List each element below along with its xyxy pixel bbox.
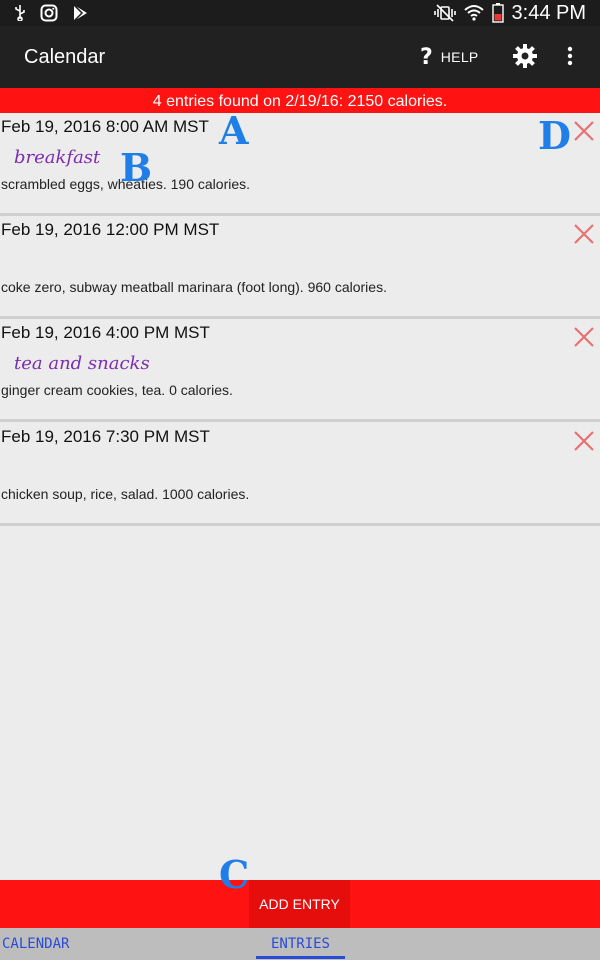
tab-entries[interactable]: ENTRIES [256, 936, 345, 952]
status-bar: 3:44 PM [0, 0, 600, 26]
entry-title: tea and snacks [14, 353, 150, 374]
delete-entry-icon[interactable] [572, 429, 596, 453]
entries-summary-banner: 4 entries found on 2/19/16: 2150 calorie… [0, 88, 600, 113]
overflow-menu-icon[interactable] [560, 42, 580, 70]
wifi-icon [463, 5, 484, 21]
entry-title: breakfast [14, 147, 101, 168]
add-entry-button[interactable]: ADD ENTRY [249, 880, 350, 928]
app-title: Calendar [24, 46, 106, 68]
bottom-action-bar: ADD ENTRY [0, 880, 600, 928]
annotation-marker-d: D [538, 113, 571, 158]
delete-entry-icon[interactable] [572, 325, 596, 349]
entry-date: Feb 19, 2016 7:30 PM MST [1, 427, 210, 446]
play-store-icon [73, 4, 87, 22]
help-label: HELP [440, 49, 479, 65]
vibrate-mute-icon [433, 4, 456, 22]
entry-description: chicken soup, rice, salad. 1000 calories… [1, 486, 250, 502]
entry-date: Feb 19, 2016 4:00 PM MST [1, 323, 210, 342]
usb-icon [15, 5, 25, 21]
settings-gear-icon[interactable] [511, 42, 539, 70]
entry-card[interactable]: Feb 19, 2016 4:00 PM MST tea and snacks … [0, 319, 600, 422]
delete-entry-icon[interactable] [572, 119, 596, 143]
entry-card[interactable]: Feb 19, 2016 8:00 AM MST breakfast scram… [0, 113, 600, 216]
battery-icon [491, 3, 504, 23]
annotation-marker-a: A [219, 108, 249, 153]
help-button[interactable]: ? HELP [420, 42, 479, 72]
entry-date: Feb 19, 2016 12:00 PM MST [1, 220, 220, 239]
entry-description: ginger cream cookies, tea. 0 calories. [1, 382, 233, 398]
tab-calendar[interactable]: CALENDAR [2, 936, 69, 952]
tab-selected-indicator [256, 956, 345, 959]
app-bar: Calendar ? HELP [0, 26, 600, 88]
instagram-icon [40, 4, 58, 22]
bottom-tab-bar: CALENDAR ENTRIES [0, 928, 600, 960]
annotation-marker-b: B [120, 145, 153, 190]
status-right-icons: 3:44 PM [433, 2, 586, 24]
annotation-marker-c: C [219, 852, 250, 897]
status-time: 3:44 PM [511, 2, 586, 24]
entry-card[interactable]: Feb 19, 2016 7:30 PM MST chicken soup, r… [0, 423, 600, 526]
status-left-icons [14, 4, 88, 22]
help-icon: ? [420, 44, 433, 70]
delete-entry-icon[interactable] [572, 222, 596, 246]
entry-description: coke zero, subway meatball marinara (foo… [1, 279, 387, 295]
entry-date: Feb 19, 2016 8:00 AM MST [1, 117, 209, 136]
entry-card[interactable]: Feb 19, 2016 12:00 PM MST coke zero, sub… [0, 216, 600, 319]
